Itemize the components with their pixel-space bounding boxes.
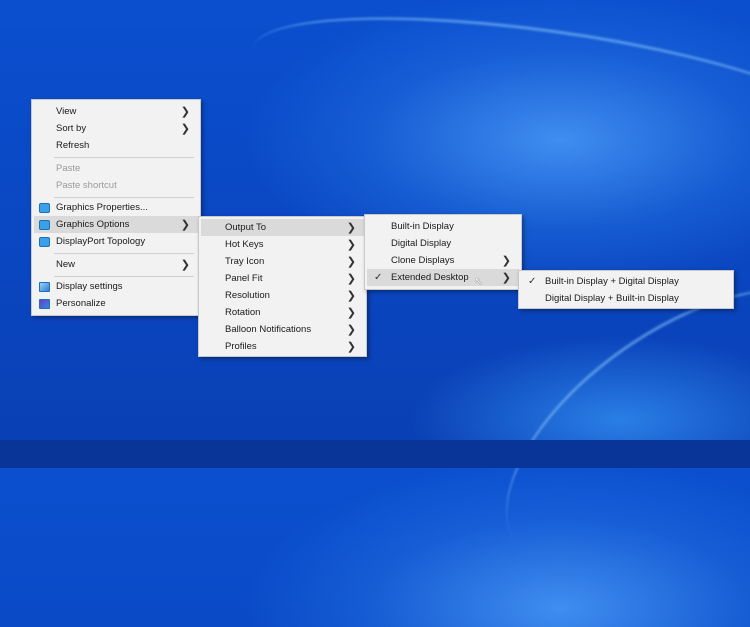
chevron-right-icon: ❯ — [180, 106, 190, 118]
menu-item-view[interactable]: View ❯ — [34, 103, 198, 120]
menu-item-label: Digital Display + Built-in Display — [545, 293, 679, 304]
chevron-right-icon: ❯ — [346, 290, 356, 302]
chevron-right-icon: ❯ — [346, 324, 356, 336]
menu-item-resolution[interactable]: Resolution ❯ — [201, 287, 364, 304]
menu-item-balloon-notifications[interactable]: Balloon Notifications ❯ — [201, 321, 364, 338]
intel-graphics-icon — [39, 236, 50, 247]
menu-item-label: Extended Desktop — [391, 272, 469, 283]
menu-item-label: Refresh — [56, 140, 90, 151]
menu-item-label: Output To — [225, 222, 267, 233]
chevron-right-icon: ❯ — [180, 123, 190, 135]
menu-item-label: Clone Displays — [391, 255, 455, 266]
menu-item-label: Digital Display — [391, 238, 452, 249]
menu-item-label: Built-in Display — [391, 221, 454, 232]
menu-separator — [54, 197, 194, 198]
menu-item-label: Graphics Properties... — [56, 202, 148, 213]
checkmark-icon: ✓ — [528, 276, 537, 287]
chevron-right-icon: ❯ — [180, 219, 190, 231]
chevron-right-icon: ❯ — [501, 255, 511, 267]
menu-item-graphics-properties[interactable]: Graphics Properties... — [34, 199, 198, 216]
menu-item-label: Paste — [56, 163, 81, 174]
menu-separator — [54, 253, 194, 254]
menu-item-refresh[interactable]: Refresh — [34, 137, 198, 154]
menu-item-label: Sort by — [56, 123, 87, 134]
menu-item-label: Tray Icon — [225, 256, 265, 267]
menu-item-label: New — [56, 259, 76, 270]
menu-item-hot-keys[interactable]: Hot Keys ❯ — [201, 236, 364, 253]
intel-graphics-icon — [39, 219, 50, 230]
menu-separator — [54, 276, 194, 277]
menu-item-label: Rotation — [225, 307, 261, 318]
chevron-right-icon: ❯ — [346, 239, 356, 251]
menu-item-label: Resolution — [225, 290, 270, 301]
menu-item-builtin-plus-digital[interactable]: ✓ Built-in Display + Digital Display — [521, 273, 731, 290]
chevron-right-icon: ❯ — [346, 341, 356, 353]
menu-item-paste: Paste — [34, 160, 198, 177]
chevron-right-icon: ❯ — [346, 307, 356, 319]
menu-item-personalize[interactable]: Personalize — [34, 295, 198, 312]
output-to-submenu: Built-in Display Digital Display Clone D… — [364, 214, 522, 290]
menu-item-displayport-topology[interactable]: DisplayPort Topology — [34, 233, 198, 250]
menu-item-digital-plus-builtin[interactable]: Digital Display + Built-in Display — [521, 290, 731, 307]
menu-item-label: Paste shortcut — [56, 180, 117, 191]
menu-item-display-settings[interactable]: Display settings — [34, 278, 198, 295]
taskbar — [0, 440, 750, 468]
menu-item-panel-fit[interactable]: Panel Fit ❯ — [201, 270, 364, 287]
menu-item-rotation[interactable]: Rotation ❯ — [201, 304, 364, 321]
menu-item-output-to[interactable]: Output To ❯ — [201, 219, 364, 236]
menu-item-new[interactable]: New ❯ — [34, 256, 198, 273]
menu-item-digital-display[interactable]: Digital Display — [367, 235, 519, 252]
checkmark-icon: ✓ — [374, 272, 383, 283]
mouse-cursor-icon: ↖ — [474, 276, 484, 288]
intel-graphics-icon — [39, 202, 50, 213]
personalize-icon — [39, 298, 50, 309]
chevron-right-icon: ❯ — [346, 256, 356, 268]
menu-item-label: Graphics Options — [56, 219, 130, 230]
menu-separator — [54, 157, 194, 158]
wallpaper-light-beam — [244, 0, 750, 192]
menu-item-label: Built-in Display + Digital Display — [545, 276, 679, 287]
menu-item-built-in-display[interactable]: Built-in Display — [367, 218, 519, 235]
menu-item-sort-by[interactable]: Sort by ❯ — [34, 120, 198, 137]
chevron-right-icon: ❯ — [346, 222, 356, 234]
menu-item-label: Profiles — [225, 341, 257, 352]
chevron-right-icon: ❯ — [501, 272, 511, 284]
menu-item-clone-displays[interactable]: Clone Displays ❯ — [367, 252, 519, 269]
menu-item-label: Display settings — [56, 281, 123, 292]
menu-item-label: Balloon Notifications — [225, 324, 312, 335]
menu-item-label: DisplayPort Topology — [56, 236, 146, 247]
menu-item-profiles[interactable]: Profiles ❯ — [201, 338, 364, 355]
display-settings-icon — [39, 281, 50, 292]
chevron-right-icon: ❯ — [180, 259, 190, 271]
desktop-context-menu: View ❯ Sort by ❯ Refresh Paste Paste short… — [31, 99, 201, 316]
menu-item-extended-desktop[interactable]: ✓ Extended Desktop ❯ — [367, 269, 519, 286]
menu-item-paste-shortcut: Paste shortcut — [34, 177, 198, 194]
menu-item-label: Panel Fit — [225, 273, 263, 284]
menu-item-label: Hot Keys — [225, 239, 264, 250]
menu-item-label: Personalize — [56, 298, 106, 309]
graphics-options-submenu: Output To ❯ Hot Keys ❯ Tray Icon ❯ Panel Fi… — [198, 216, 367, 357]
extended-desktop-submenu: ✓ Built-in Display + Digital Display Digi… — [518, 270, 734, 309]
menu-item-tray-icon[interactable]: Tray Icon ❯ — [201, 253, 364, 270]
menu-item-graphics-options[interactable]: Graphics Options ❯ — [34, 216, 198, 233]
menu-item-label: View — [56, 106, 77, 117]
chevron-right-icon: ❯ — [346, 273, 356, 285]
